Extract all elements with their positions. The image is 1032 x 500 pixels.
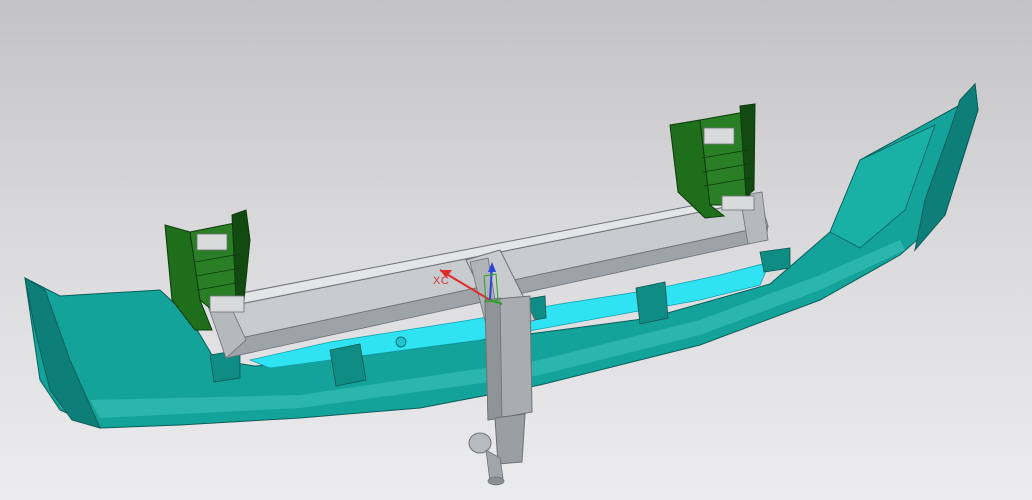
cad-model-view[interactable] <box>0 0 1032 500</box>
graphics-window[interactable]: XC <box>0 0 1032 500</box>
xc-axis-label: XC <box>433 275 450 287</box>
fastener-icon <box>395 336 407 348</box>
right-mounting-bracket[interactable] <box>669 103 756 219</box>
left-bracket-insert <box>196 233 228 251</box>
right-bracket-insert <box>703 127 735 145</box>
hitch-ball <box>468 432 492 454</box>
